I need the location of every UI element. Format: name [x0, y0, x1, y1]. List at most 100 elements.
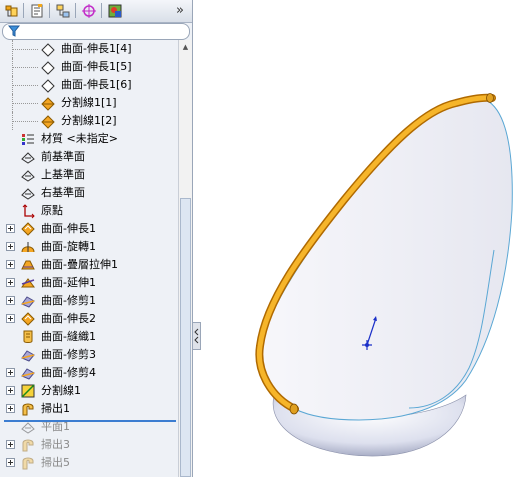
graphics-area[interactable] [194, 0, 528, 477]
tree-scrollbar[interactable]: ▲ [178, 40, 192, 477]
expand-plus-icon[interactable] [6, 242, 15, 251]
more-tabs-label: » [176, 3, 184, 18]
tree-item[interactable]: 掃出5 [0, 454, 178, 472]
tree-item[interactable]: 曲面-伸長1[6] [0, 76, 178, 94]
tree-item[interactable]: 曲面-疊層拉伸1 [0, 256, 178, 274]
trim-surface-icon [20, 347, 36, 363]
sweep-icon [20, 437, 36, 453]
tree-item-label: 分割線1 [41, 384, 81, 397]
tree-item[interactable]: 曲面-延伸1 [0, 274, 178, 292]
split-line-icon [40, 95, 56, 111]
material-icon [20, 131, 36, 147]
plane-icon [20, 167, 36, 183]
tree-item[interactable]: 掃出3 [0, 436, 178, 454]
tree-item-label: 曲面-伸長1[5] [61, 60, 132, 73]
scrollbar-thumb[interactable] [180, 198, 191, 477]
configuration-manager-icon[interactable] [53, 1, 73, 20]
property-manager-icon[interactable] [27, 1, 47, 20]
sweep-icon [20, 455, 36, 471]
feature-manager-panel: » 曲面-伸長1[4] 曲面-伸長1[5] 曲面-伸長1[6] 分割線1[1] 分割線1… [0, 0, 193, 477]
expand-plus-icon[interactable] [6, 278, 15, 287]
tree-item-label: 曲面-延伸1 [41, 276, 96, 289]
rollback-bar[interactable] [4, 420, 176, 422]
tree-item-label: 曲面-伸長1[4] [61, 42, 132, 55]
tree-item-label: 曲面-修剪1 [41, 294, 96, 307]
tree-item[interactable]: 材質 <未指定> [0, 130, 178, 148]
expand-plus-icon[interactable] [6, 296, 15, 305]
expand-plus-icon[interactable] [6, 314, 15, 323]
knit-surface-icon [20, 329, 36, 345]
feature-tree: 曲面-伸長1[4] 曲面-伸長1[5] 曲面-伸長1[6] 分割線1[1] 分割線1[2… [0, 40, 178, 477]
extrude-surface-outline-icon [40, 59, 56, 75]
tree-item[interactable]: 原點 [0, 202, 178, 220]
trim-surface-icon [20, 293, 36, 309]
tree-item-label: 曲面-伸長2 [41, 312, 96, 325]
tree-item-label: 平面1 [41, 420, 70, 433]
tree-item[interactable]: 曲面-旋轉1 [0, 238, 178, 256]
tree-item[interactable]: 前基準面 [0, 148, 178, 166]
sweep-icon [20, 401, 36, 417]
expand-plus-icon[interactable] [6, 386, 15, 395]
tree-item-label: 掃出5 [41, 456, 70, 469]
tree-item[interactable]: 曲面-伸長1[5] [0, 58, 178, 76]
tree-item[interactable]: 曲面-修剪4 [0, 364, 178, 382]
tree-item[interactable]: 分割線1[1] [0, 94, 178, 112]
plane-icon [20, 149, 36, 165]
tree-item[interactable]: 曲面-修剪3 [0, 346, 178, 364]
sweep-end-cap-top [486, 93, 494, 103]
tree-item-label: 掃出1 [41, 402, 70, 415]
sweep-end-cap-bottom [289, 403, 299, 415]
tree-item[interactable]: 分割線1[2] [0, 112, 178, 130]
split-line-feature-icon [20, 383, 36, 399]
tree-item-label: 掃出3 [41, 438, 70, 451]
revolve-surface-icon [20, 239, 36, 255]
extend-surface-icon [20, 275, 36, 291]
tree-item[interactable]: 右基準面 [0, 184, 178, 202]
tree-item[interactable]: 曲面-縫織1 [0, 328, 178, 346]
loft-surface-icon [20, 257, 36, 273]
tree-item-label: 分割線1[1] [61, 96, 117, 109]
tree-item[interactable]: 曲面-伸長1 [0, 220, 178, 238]
tree-item[interactable]: 分割線1 [0, 382, 178, 400]
scroll-up-arrow-icon[interactable]: ▲ [180, 42, 191, 52]
extrude-surface-icon [20, 311, 36, 327]
tree-item[interactable]: 曲面-伸長2 [0, 310, 178, 328]
tree-item[interactable]: 上基準面 [0, 166, 178, 184]
tree-item-label: 分割線1[2] [61, 114, 117, 127]
extrude-surface-outline-icon [40, 41, 56, 57]
manager-tabs-toolbar: » [0, 0, 192, 23]
tree-item-label: 右基準面 [41, 186, 85, 199]
expand-plus-icon[interactable] [6, 224, 15, 233]
tree-item-label: 原點 [41, 204, 63, 217]
expand-plus-icon[interactable] [6, 440, 15, 449]
tree-item-label: 曲面-疊層拉伸1 [41, 258, 118, 271]
expand-plus-icon[interactable] [6, 368, 15, 377]
split-line-icon [40, 113, 56, 129]
tree-item[interactable]: 曲面-修剪1 [0, 292, 178, 310]
filter-field[interactable] [2, 23, 190, 40]
expand-plus-icon[interactable] [6, 260, 15, 269]
origin-icon [20, 203, 36, 219]
dimxpert-icon[interactable] [79, 1, 99, 20]
expand-plus-icon[interactable] [6, 458, 15, 467]
tree-item[interactable]: 掃出1 [0, 400, 178, 418]
feature-manager-icon[interactable] [2, 1, 22, 20]
tree-item-label: 曲面-旋轉1 [41, 240, 96, 253]
tree-item-label: 曲面-伸長1[6] [61, 78, 132, 91]
tree-item-label: 材質 <未指定> [41, 132, 118, 145]
expand-plus-icon[interactable] [6, 404, 15, 413]
plane-icon [20, 185, 36, 201]
extrude-surface-icon [20, 221, 36, 237]
trim-surface-icon [20, 365, 36, 381]
extrude-surface-outline-icon [40, 77, 56, 93]
tree-item[interactable]: 曲面-伸長1[4] [0, 40, 178, 58]
tree-item-label: 前基準面 [41, 150, 85, 163]
tree-item-label: 曲面-修剪4 [41, 366, 96, 379]
display-manager-icon[interactable] [105, 1, 125, 20]
more-tabs-button[interactable]: » [170, 1, 190, 20]
tree-item-label: 曲面-縫織1 [41, 330, 96, 343]
tree-item-label: 曲面-伸長1 [41, 222, 96, 235]
filter-icon [8, 25, 20, 37]
tree-item-label: 曲面-修剪3 [41, 348, 96, 361]
tree-item-label: 上基準面 [41, 168, 85, 181]
